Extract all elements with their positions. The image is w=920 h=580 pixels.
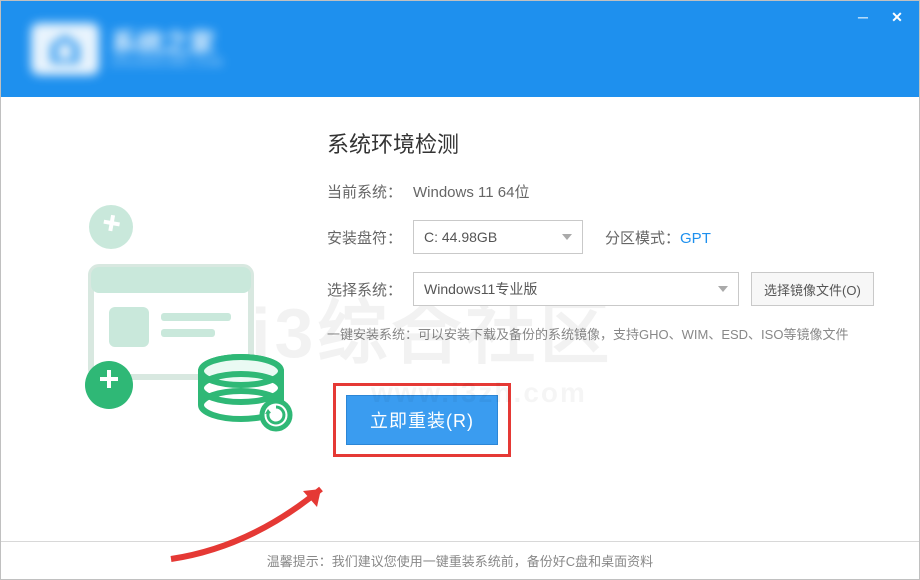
minimize-button[interactable]: ─ bbox=[855, 9, 871, 25]
page-title: 系统环境检测 bbox=[327, 127, 887, 159]
reinstall-button[interactable]: 立即重装(R) bbox=[346, 395, 498, 445]
partition-mode: 分区模式：GPT bbox=[605, 227, 711, 248]
system-select[interactable]: Windows11专业版 bbox=[413, 272, 739, 306]
brand-name: 系统之家 bbox=[111, 29, 223, 58]
current-system-row: 当前系统： Windows 11 64位 bbox=[327, 181, 887, 202]
titlebar: 系统之家 ZHUANGJIBA.COM ─ ✕ bbox=[1, 1, 919, 97]
drive-select-value: C: 44.98GB bbox=[424, 229, 554, 245]
drive-label: 安装盘符： bbox=[327, 227, 413, 248]
current-system-value: Windows 11 64位 bbox=[413, 181, 529, 202]
footer-tip: 温馨提示：我们建议您使用一键重装系统前，备份好C盘和桌面资料 bbox=[1, 541, 919, 579]
illustration-icon bbox=[61, 187, 311, 437]
partition-value: GPT bbox=[680, 230, 711, 247]
chevron-down-icon bbox=[718, 286, 728, 292]
drive-select[interactable]: C: 44.98GB bbox=[413, 220, 583, 254]
chevron-down-icon bbox=[562, 234, 572, 240]
system-select-value: Windows11专业版 bbox=[424, 279, 710, 299]
brand: 系统之家 ZHUANGJIBA.COM bbox=[1, 23, 223, 75]
current-system-label: 当前系统： bbox=[327, 181, 413, 202]
choose-iso-button[interactable]: 选择镜像文件(O) bbox=[751, 272, 874, 306]
partition-label: 分区模式： bbox=[605, 230, 680, 247]
brand-logo-icon bbox=[31, 23, 99, 75]
brand-sub: ZHUANGJIBA.COM bbox=[111, 57, 223, 69]
action-highlight: 立即重装(R) bbox=[333, 383, 511, 457]
close-button[interactable]: ✕ bbox=[889, 9, 905, 25]
help-text: 一键安装系统：可以安装下载及备份的系统镜像，支持GHO、WIM、ESD、ISO等… bbox=[327, 324, 887, 343]
system-label: 选择系统： bbox=[327, 279, 413, 300]
